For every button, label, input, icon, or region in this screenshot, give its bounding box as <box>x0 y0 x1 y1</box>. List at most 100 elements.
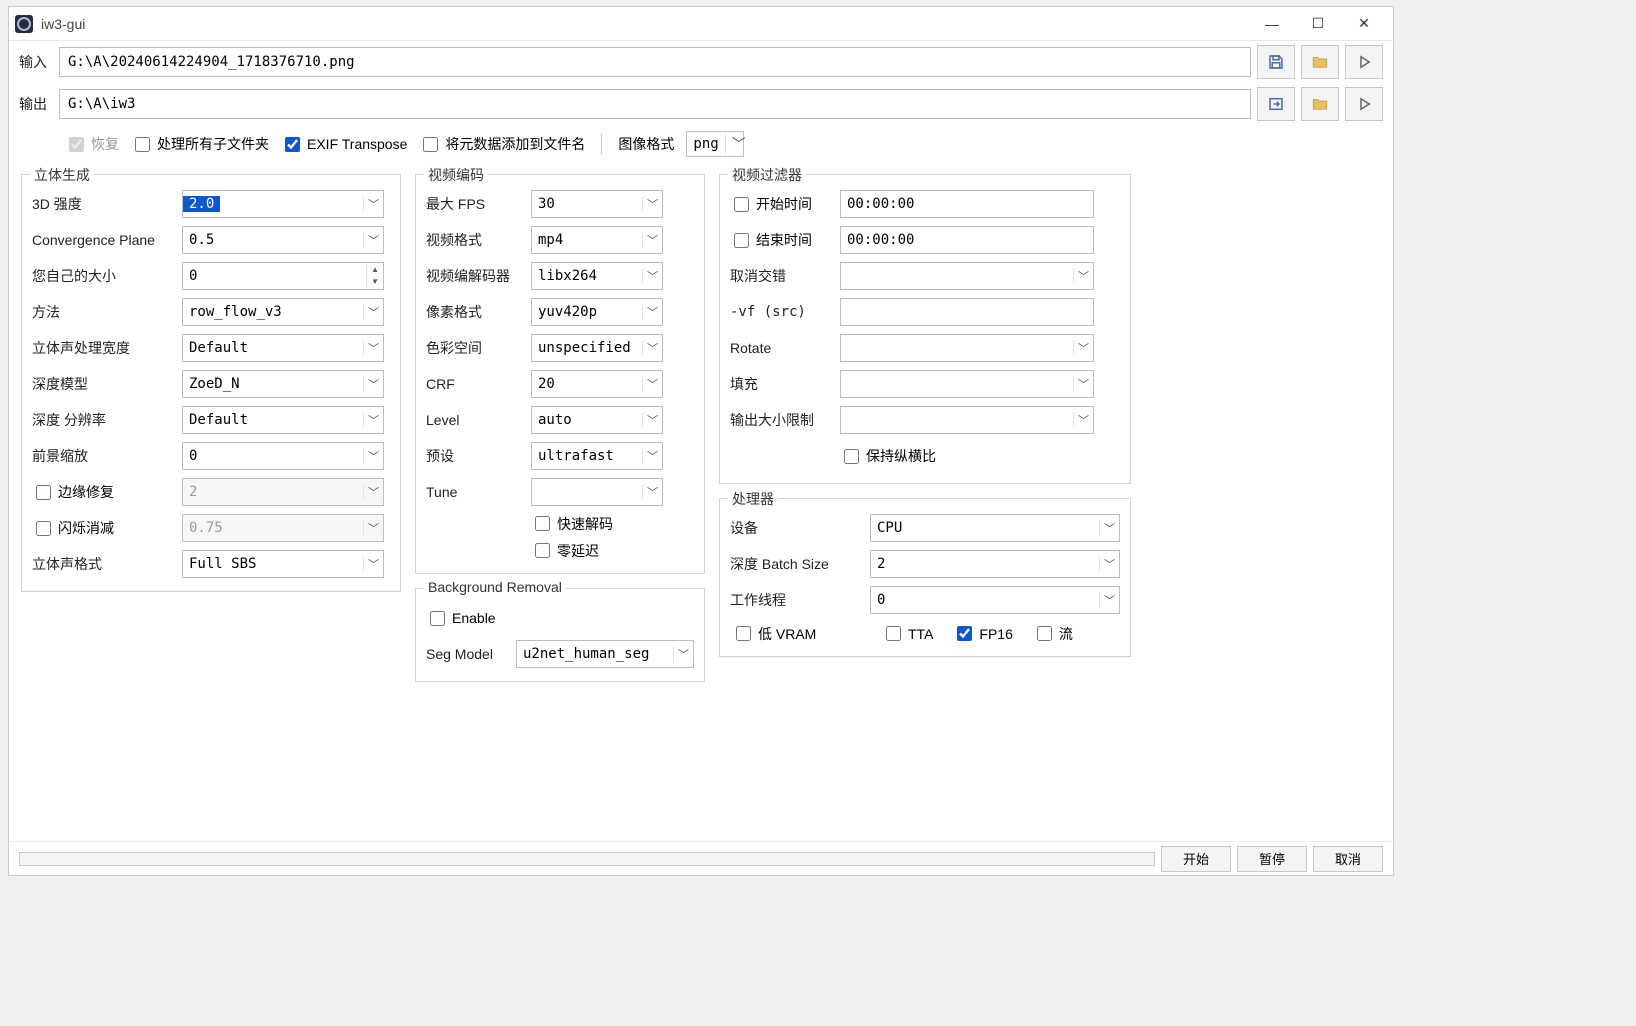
chevron-down-icon: ﹀ <box>363 304 383 320</box>
export-icon <box>1267 95 1285 113</box>
chevron-down-icon: ﹀ <box>363 232 383 248</box>
chevron-down-icon: ﹀ <box>642 196 662 212</box>
fg-zoom-label: 前景缩放 <box>32 446 182 466</box>
chevron-down-icon: ﹀ <box>642 448 662 464</box>
convergence-combo[interactable]: 0.5﹀ <box>182 226 384 254</box>
edge-repair-checkbox[interactable]: 边缘修复 <box>32 482 182 503</box>
tune-combo[interactable]: ﹀ <box>531 478 663 506</box>
fast-decode-checkbox[interactable]: 快速解码 <box>531 513 613 534</box>
maximize-button[interactable]: ☐ <box>1295 7 1341 41</box>
divider <box>601 133 602 155</box>
keep-aspect-checkbox[interactable]: 保持纵横比 <box>840 446 936 467</box>
vf-src-field[interactable] <box>840 298 1094 326</box>
tune-label: Tune <box>426 484 531 500</box>
video-format-combo[interactable]: mp4﹀ <box>531 226 663 254</box>
pad-combo[interactable]: ﹀ <box>840 370 1094 398</box>
chevron-down-icon: ﹀ <box>1073 340 1093 356</box>
level-combo[interactable]: auto﹀ <box>531 406 663 434</box>
play-icon <box>1355 95 1373 113</box>
max-fps-combo[interactable]: 30﹀ <box>531 190 663 218</box>
flicker-checkbox[interactable]: 闪烁消减 <box>32 518 182 539</box>
video-filter-panel: 视频过滤器 开始时间 结束时间 取消交错﹀ -vf (src) Rotate﹀ … <box>719 174 1131 484</box>
fg-zoom-combo[interactable]: 0﹀ <box>182 442 384 470</box>
minimize-button[interactable]: — <box>1249 7 1295 41</box>
chevron-down-icon: ﹀ <box>673 646 693 662</box>
pad-label: 填充 <box>730 374 840 394</box>
depth-model-combo[interactable]: ZoeD_N﹀ <box>182 370 384 398</box>
input-row: 输入 <box>9 41 1393 83</box>
bottom-bar: 开始 暂停 取消 <box>9 841 1393 875</box>
out-size-limit-combo[interactable]: ﹀ <box>840 406 1094 434</box>
processor-panel: 处理器 设备CPU﹀ 深度 Batch Size2﹀ 工作线程0﹀ 低 VRAM… <box>719 498 1131 657</box>
start-time-field[interactable] <box>840 190 1094 218</box>
own-size-spinner[interactable]: ▲▼ <box>182 262 384 290</box>
chevron-down-icon: ﹀ <box>363 520 383 536</box>
start-button[interactable]: 开始 <box>1161 846 1231 872</box>
output-row: 输出 <box>9 83 1393 125</box>
level-label: Level <box>426 412 531 428</box>
fp16-checkbox[interactable]: FP16 <box>953 623 1012 644</box>
play-output-button[interactable] <box>1345 87 1383 121</box>
tta-checkbox[interactable]: TTA <box>882 623 933 644</box>
chevron-down-icon: ﹀ <box>363 412 383 428</box>
play-input-button[interactable] <box>1345 45 1383 79</box>
app-icon <box>15 15 33 33</box>
device-label: 设备 <box>730 518 870 538</box>
video-format-label: 视频格式 <box>426 230 531 250</box>
start-time-checkbox[interactable]: 开始时间 <box>730 194 840 215</box>
stream-checkbox[interactable]: 流 <box>1033 623 1073 644</box>
save-output-button[interactable] <box>1257 87 1295 121</box>
low-vram-checkbox[interactable]: 低 VRAM <box>732 623 862 644</box>
stereo-format-combo[interactable]: Full SBS﹀ <box>182 550 384 578</box>
depth-res-combo[interactable]: Default﹀ <box>182 406 384 434</box>
batch-size-label: 深度 Batch Size <box>730 554 870 574</box>
bg-removal-panel: Background Removal Enable Seg Modelu2net… <box>415 588 705 682</box>
zero-latency-checkbox[interactable]: 零延迟 <box>531 540 599 561</box>
preset-combo[interactable]: ultrafast﹀ <box>531 442 663 470</box>
worker-threads-combo[interactable]: 0﹀ <box>870 586 1120 614</box>
pause-button[interactable]: 暂停 <box>1237 846 1307 872</box>
exif-transpose-checkbox[interactable]: EXIF Transpose <box>281 134 407 155</box>
close-button[interactable]: ✕ <box>1341 7 1387 41</box>
depth-res-label: 深度 分辨率 <box>32 410 182 430</box>
chevron-down-icon: ﹀ <box>363 556 383 572</box>
seg-model-label: Seg Model <box>426 646 516 662</box>
chevron-down-icon: ﹀ <box>1099 556 1119 572</box>
edge-repair-combo: 2﹀ <box>182 478 384 506</box>
down-icon[interactable]: ▼ <box>367 276 383 288</box>
chevron-down-icon: ﹀ <box>642 268 662 284</box>
chevron-down-icon: ﹀ <box>363 376 383 392</box>
device-combo[interactable]: CPU﹀ <box>870 514 1120 542</box>
crf-combo[interactable]: 20﹀ <box>531 370 663 398</box>
stereo-width-combo[interactable]: Default﹀ <box>182 334 384 362</box>
restore-checkbox[interactable]: 恢复 <box>65 134 119 155</box>
cancel-button[interactable]: 取消 <box>1313 846 1383 872</box>
rotate-combo[interactable]: ﹀ <box>840 334 1094 362</box>
end-time-checkbox[interactable]: 结束时间 <box>730 230 840 251</box>
browse-output-button[interactable] <box>1301 87 1339 121</box>
video-codec-combo[interactable]: libx264﹀ <box>531 262 663 290</box>
chevron-down-icon: ﹀ <box>642 304 662 320</box>
input-path-field[interactable] <box>59 47 1251 77</box>
save-file-button[interactable] <box>1257 45 1295 79</box>
method-combo[interactable]: row_flow_v3﹀ <box>182 298 384 326</box>
bg-enable-checkbox[interactable]: Enable <box>426 608 496 629</box>
folder-icon <box>1311 95 1329 113</box>
seg-model-combo[interactable]: u2net_human_seg﹀ <box>516 640 694 668</box>
colorspace-combo[interactable]: unspecified﹀ <box>531 334 663 362</box>
strength-combo[interactable]: 2.0﹀ <box>182 190 384 218</box>
up-icon[interactable]: ▲ <box>367 264 383 276</box>
rotate-label: Rotate <box>730 340 840 356</box>
pix-fmt-combo[interactable]: yuv420p﹀ <box>531 298 663 326</box>
deinterlace-combo[interactable]: ﹀ <box>840 262 1094 290</box>
image-format-combo[interactable]: png﹀ <box>686 131 743 157</box>
process-subfolders-checkbox[interactable]: 处理所有子文件夹 <box>131 134 269 155</box>
append-metadata-checkbox[interactable]: 将元数据添加到文件名 <box>419 134 585 155</box>
browse-input-button[interactable] <box>1301 45 1339 79</box>
depth-model-label: 深度模型 <box>32 374 182 394</box>
output-path-field[interactable] <box>59 89 1251 119</box>
chevron-down-icon: ﹀ <box>1073 412 1093 428</box>
end-time-field[interactable] <box>840 226 1094 254</box>
batch-size-combo[interactable]: 2﹀ <box>870 550 1120 578</box>
colorspace-label: 色彩空间 <box>426 338 531 358</box>
